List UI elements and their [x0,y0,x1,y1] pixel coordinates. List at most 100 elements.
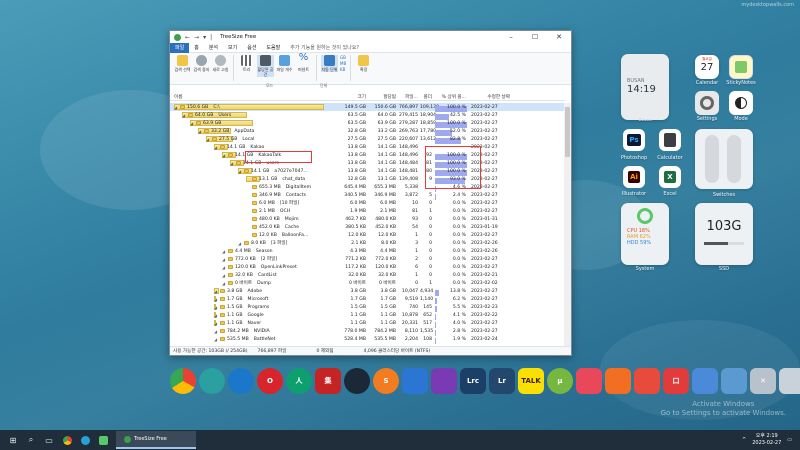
brightness-switch[interactable] [727,135,741,183]
opera-icon[interactable]: O [257,368,283,394]
lightroom-icon[interactable]: Lr [489,368,515,394]
menu-view[interactable]: 보기 [223,43,242,53]
photoshop-icon[interactable]: Ps [623,129,645,151]
tree-row[interactable]: ◢ 14.1 GB users 13.8 GB 14.1 GB 148,484 … [170,159,565,168]
chrome-icon[interactable] [170,368,196,394]
app-blue-icon[interactable] [692,368,718,394]
col-size[interactable]: 크기 [340,94,368,100]
tree-row[interactable]: 2.1 MB OCH 1.9 MB 2.1 MB 81 1 0.0 % 2023… [170,207,565,215]
tree-row[interactable]: ◢ 120.0 KB OpenLinkPreset 117.2 KB 120.0… [170,263,565,271]
tree-row[interactable]: ◢ 8.0 KB [3 파일] 2.1 KB 8.0 KB 3 0 0.0 % … [170,239,565,247]
calculator-icon[interactable] [659,129,681,151]
expand-toggle-icon[interactable]: ◢ [174,105,178,110]
tree-row[interactable]: ◢ 0 바이트 Dump 0 바이트 0 바이트 0 1 0.0 % 2023-… [170,279,565,287]
col-modified[interactable]: 수정한 날짜 [468,94,512,100]
chevron-down-icon[interactable]: ▾ [203,34,206,41]
expand-toggle-icon[interactable]: ◢ [214,313,218,318]
unit-kb-button[interactable]: KB [340,67,346,73]
app-red2-icon[interactable] [634,368,660,394]
steam-icon[interactable] [344,368,370,394]
tree-row[interactable]: 480.0 KB Mojim 462.7 KB 480.0 KB 93 0 0.… [170,215,565,223]
tree-row[interactable]: ◢ 14.1 GB a7027e7047... 13.8 GB 14.1 GB … [170,167,565,176]
tree-row[interactable]: ◢ 63.9 GB 63.5 GB 63.9 GB 279,287 18,859… [170,119,565,128]
expand-toggle-icon[interactable]: ◢ [214,305,218,310]
col-files[interactable]: 파일... [398,94,420,100]
tree-row[interactable]: ◢ 64.0 GB Users 63.5 GB 64.0 GB 279,415 … [170,111,565,120]
taskbar-treesize-button[interactable]: TreeSize Free [116,431,196,449]
tree-row[interactable]: ◢ 32.0 KB CardList 32.0 KB 32.0 KB 1 0 0… [170,271,565,279]
search-icon[interactable]: ⌕ [22,431,40,449]
expand-toggle-icon[interactable]: ◢ [238,169,242,174]
tools-icon[interactable]: ✕ [750,368,776,394]
scrollbar-thumb[interactable] [565,107,570,157]
taskbar-edge-icon[interactable] [76,431,94,449]
scan-select-button[interactable]: 검색 선택 [174,55,191,72]
trash-icon[interactable] [779,368,800,394]
taskbar-chrome-icon[interactable] [58,431,76,449]
expand-toggle-icon[interactable]: ◢ [230,161,234,166]
expand-toggle-icon[interactable]: ◢ [182,113,186,118]
expand-button[interactable]: 확장 [355,55,372,72]
tray-clock[interactable]: 오후 2:19 2023-02-27 [752,433,781,447]
taskbar-app-icon[interactable] [94,431,112,449]
tree-row[interactable]: ◢ 1.5 GB Programs 1.5 GB 1.5 GB 740 145 … [170,303,565,312]
bluetooth-icon[interactable] [402,368,428,394]
notification-icon[interactable]: ▭ [787,437,792,443]
expand-toggle-icon[interactable]: ◢ [214,289,218,294]
expand-toggle-icon[interactable]: ◢ [214,321,218,326]
naver-whale-icon[interactable]: 人 [286,368,312,394]
task-view-icon[interactable]: ▭ [40,431,58,449]
title-bar[interactable]: ← → ▾ | TreeSize Free – ☐ ✕ [170,31,571,43]
tree-row[interactable]: 452.0 KB Cache 380.5 KB 452.0 KB 54 0 0.… [170,223,565,231]
auto-unit-button[interactable]: 자동 단위 [321,55,338,72]
switches-widget[interactable] [695,129,753,189]
quick-access-icon[interactable]: | [210,34,212,41]
maximize-button[interactable]: ☐ [523,33,547,41]
expand-toggle-icon[interactable]: ◢ [214,297,218,302]
minimize-button[interactable]: – [499,33,523,41]
menu-options[interactable]: 옵션 [242,43,261,53]
expand-toggle-icon[interactable]: ◢ [238,241,242,246]
tree-button[interactable]: 트리 [238,55,255,72]
allocated-space-button[interactable]: 할당된 공간 [257,55,274,77]
settings-icon[interactable] [695,91,719,115]
camera-icon[interactable] [576,368,602,394]
expand-toggle-icon[interactable]: ◢ [222,153,226,158]
tree-row[interactable]: ◢ 772.0 KB [2 파일] 771.2 KB 772.0 KB 2 0 … [170,255,565,263]
menu-scan[interactable]: 분석 [204,43,223,53]
menu-search-box[interactable]: 추가 기능을 원하는 것이 있나요? [285,43,364,53]
expand-toggle-icon[interactable]: ◢ [222,281,226,286]
tree-row[interactable]: 12.0 KB BalloonFa... 12.0 KB 12.0 KB 1 0… [170,231,565,239]
file-count-button[interactable]: 파일 개수 [276,55,293,72]
refresh-button[interactable]: 새로 고침 [212,55,229,72]
expand-toggle-icon[interactable]: ◢ [222,273,226,278]
expand-toggle-icon[interactable]: ◢ [198,129,202,134]
ssd-widget[interactable]: 103G [695,203,753,265]
volume-switch[interactable] [705,135,719,183]
expand-toggle-icon[interactable]: ◢ [190,121,194,126]
expand-toggle-icon[interactable]: ◢ [214,145,218,150]
app-orange-icon[interactable] [605,368,631,394]
tree-row[interactable]: ◢ 1.7 GB Microsoft 1.7 GB 1.7 GB 9,519 1… [170,295,565,304]
excel-icon[interactable]: X [659,166,681,188]
expand-toggle-icon[interactable]: ◢ [222,257,226,262]
col-name[interactable]: 이름 [170,94,340,100]
forward-icon[interactable]: → [194,34,199,41]
edge-dev-icon[interactable] [199,368,225,394]
tray-chevron-icon[interactable]: ^ [742,437,746,443]
system-widget[interactable]: CPU 18% RAM 62% HDD 59% [621,203,669,265]
tree-row[interactable]: ◢ 1.1 GB Naver 1.1 GB 1.1 GB 20,331 517 … [170,319,565,328]
tree-row[interactable]: ◢ 14.1 GB Kakao 13.8 GB 14.1 GB 148,496 … [170,143,565,151]
tree-row[interactable]: 13.1 GB chat_data 12.8 GB 13.1 GB 139,40… [170,175,565,184]
tree-row[interactable]: ◢ 14.1 GB KakaoTalk 13.8 GB 14.1 GB 148,… [170,151,565,160]
tree-row[interactable]: 655.3 MB DigitalItem 645.4 MB 655.3 MB 5… [170,183,565,192]
crop-icon[interactable]: 口 [663,368,689,394]
menu-file[interactable]: 파일 [170,42,190,53]
expand-toggle-icon[interactable]: ◢ [214,329,218,334]
s-app-icon[interactable]: S [373,368,399,394]
app-red-icon[interactable]: 集 [315,368,341,394]
tree-row[interactable]: ◢ 27.5 GB Local 27.5 GB 27.5 GB 220,607 … [170,135,565,144]
treesize-window[interactable]: ← → ▾ | TreeSize Free – ☐ ✕ 파일 홈 분석 보기 옵… [169,30,572,356]
illustrator-icon[interactable]: Ai [623,166,645,188]
tree-row[interactable]: ◢ 3.8 GB Adobe 3.8 GB 3.8 GB 10,047 4,93… [170,287,565,296]
